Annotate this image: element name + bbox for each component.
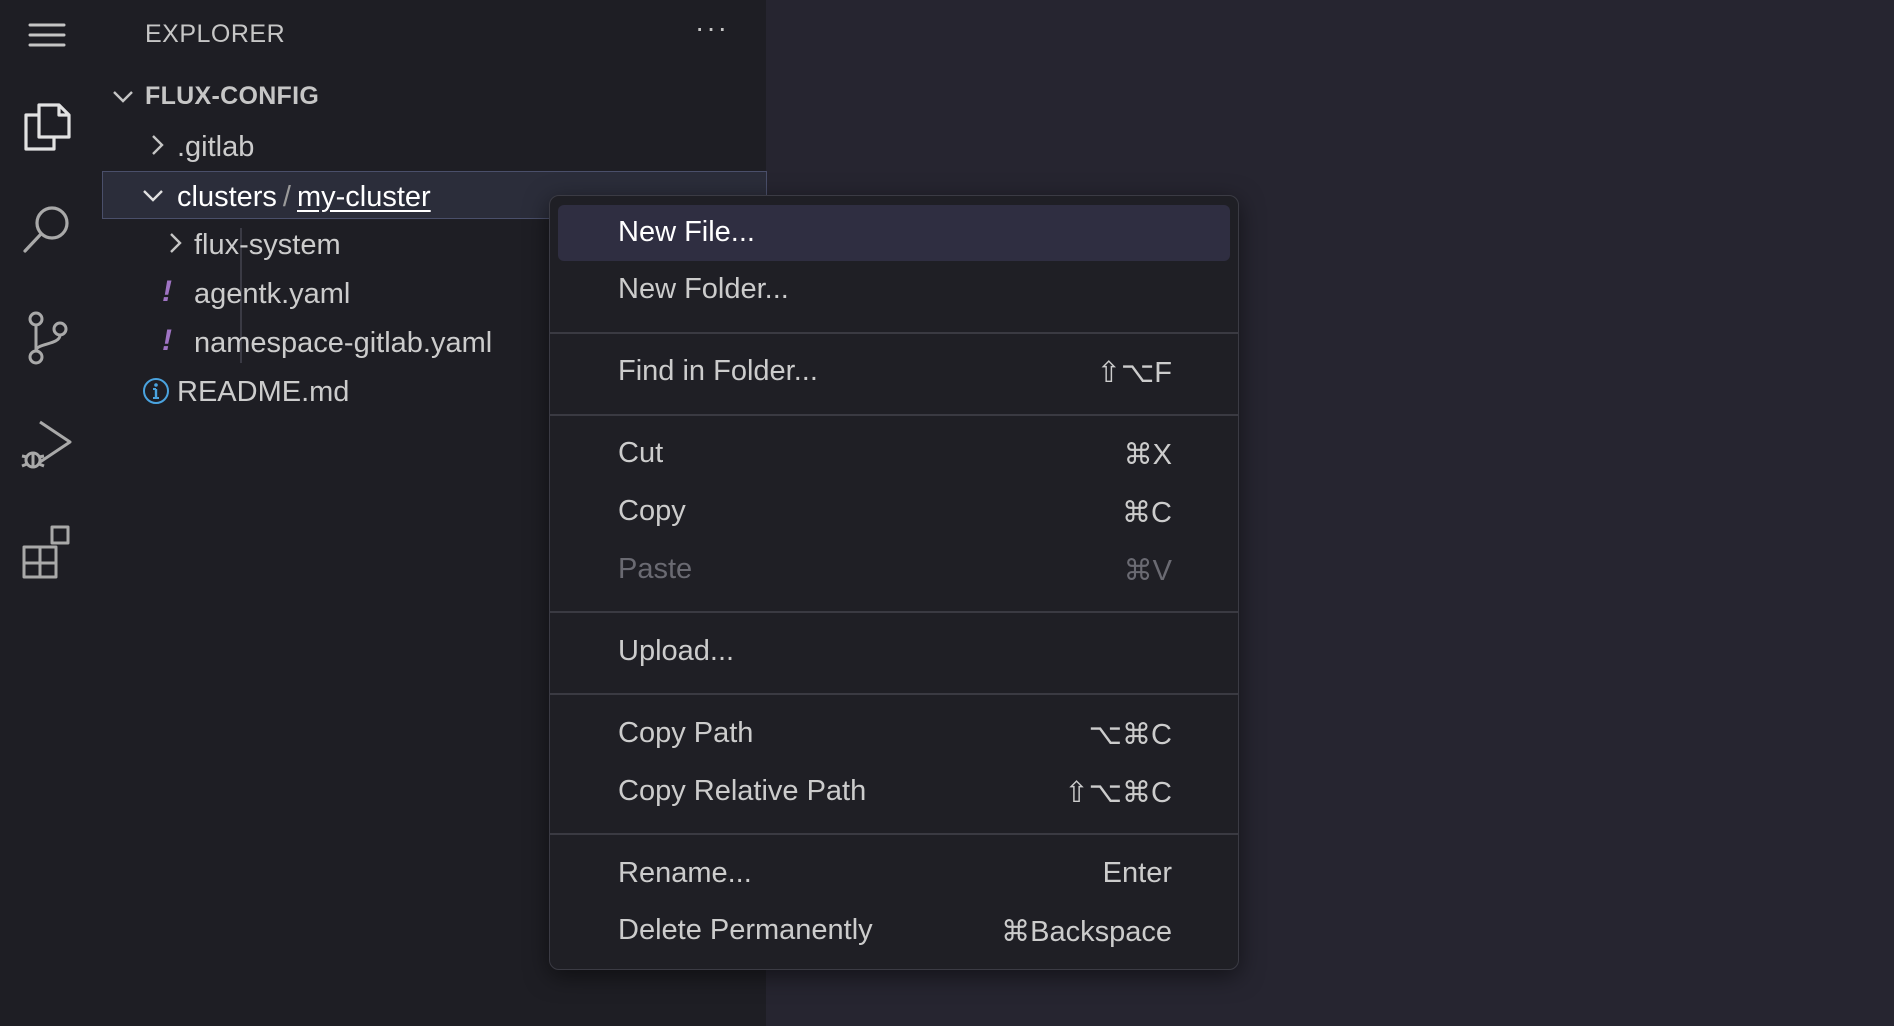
menu-item-label: Copy Relative Path — [618, 775, 867, 807]
menu-item-shortcut: ⇧⌥F — [1096, 357, 1172, 389]
menu-item-shortcut: ⌘C — [1122, 497, 1172, 529]
tree-item-label: .gitlab — [177, 131, 255, 163]
menu-item-label: Copy — [618, 495, 686, 527]
menu-item-shortcut: Enter — [1102, 857, 1172, 889]
yaml-file-icon: ! — [162, 275, 172, 308]
menu-icon[interactable] — [17, 4, 77, 64]
menu-item-label: Upload... — [618, 635, 735, 667]
menu-item-shortcut: ⌘Backspace — [1001, 916, 1172, 948]
info-icon — [143, 378, 169, 404]
tree-item-label: README.md — [177, 376, 350, 408]
menu-separator — [550, 332, 1238, 334]
menu-item-label: New Folder... — [618, 273, 789, 305]
chevron-right-icon — [170, 233, 182, 253]
menu-item-find-in-folder[interactable]: Find in Folder... ⇧⌥F — [558, 344, 1230, 400]
context-menu: New File... New Folder... Find in Folder… — [549, 195, 1239, 970]
explorer-title: EXPLORER — [145, 20, 286, 48]
menu-separator — [550, 414, 1238, 416]
run-debug-icon[interactable] — [17, 415, 77, 475]
menu-item-rename[interactable]: Rename... Enter — [558, 846, 1230, 902]
menu-item-delete-permanently[interactable]: Delete Permanently ⌘Backspace — [558, 903, 1230, 959]
menu-item-shortcut: ⌘V — [1123, 555, 1172, 587]
menu-item-label: Copy Path — [618, 717, 754, 749]
menu-item-copy-relative-path[interactable]: Copy Relative Path ⇧⌥⌘C — [558, 764, 1230, 820]
menu-item-label: Cut — [618, 437, 664, 469]
menu-item-cut[interactable]: Cut ⌘X — [558, 426, 1230, 482]
menu-item-paste: Paste ⌘V — [558, 542, 1230, 598]
folder-segment-my-cluster[interactable]: my-cluster — [297, 181, 431, 213]
chevron-down-icon — [113, 91, 133, 103]
folder-segment-clusters[interactable]: clusters — [177, 181, 277, 213]
workspace-root[interactable]: FLUX-CONFIG — [95, 76, 766, 116]
menu-item-shortcut: ⌥⌘C — [1088, 719, 1172, 751]
menu-item-new-folder[interactable]: New Folder... — [558, 262, 1230, 318]
tree-item-label: agentk.yaml — [194, 278, 351, 310]
menu-item-label: Find in Folder... — [618, 355, 818, 387]
menu-item-label: Paste — [618, 553, 693, 585]
tree-item-label: namespace-gitlab.yaml — [194, 327, 493, 359]
workspace-root-label: FLUX-CONFIG — [145, 82, 320, 110]
search-icon[interactable] — [17, 200, 77, 260]
menu-item-copy[interactable]: Copy ⌘C — [558, 484, 1230, 540]
menu-separator — [550, 693, 1238, 695]
tree-item-label: flux-system — [194, 229, 341, 261]
menu-item-upload[interactable]: Upload... — [558, 624, 1230, 680]
menu-item-label: Rename... — [618, 857, 752, 889]
activity-bar — [0, 0, 95, 1026]
more-actions-icon[interactable]: ··· — [695, 12, 729, 44]
menu-item-label: New File... — [618, 216, 755, 248]
menu-item-shortcut: ⌘X — [1123, 439, 1172, 471]
chevron-right-icon — [152, 135, 164, 155]
extensions-icon[interactable] — [17, 520, 77, 580]
source-control-icon[interactable] — [17, 308, 77, 368]
menu-item-new-file[interactable]: New File... — [558, 205, 1230, 261]
chevron-down-icon — [143, 190, 163, 202]
menu-item-shortcut: ⇧⌥⌘C — [1064, 777, 1172, 809]
menu-item-label: Delete Permanently — [618, 914, 873, 946]
menu-item-copy-path[interactable]: Copy Path ⌥⌘C — [558, 706, 1230, 762]
tree-item-gitlab[interactable]: .gitlab — [101, 122, 762, 168]
menu-separator — [550, 833, 1238, 835]
path-separator: / — [282, 181, 291, 213]
menu-separator — [550, 611, 1238, 613]
files-icon[interactable] — [17, 96, 77, 156]
yaml-file-icon: ! — [162, 324, 172, 357]
tree-item-label: clusters / my-cluster — [177, 181, 431, 214]
